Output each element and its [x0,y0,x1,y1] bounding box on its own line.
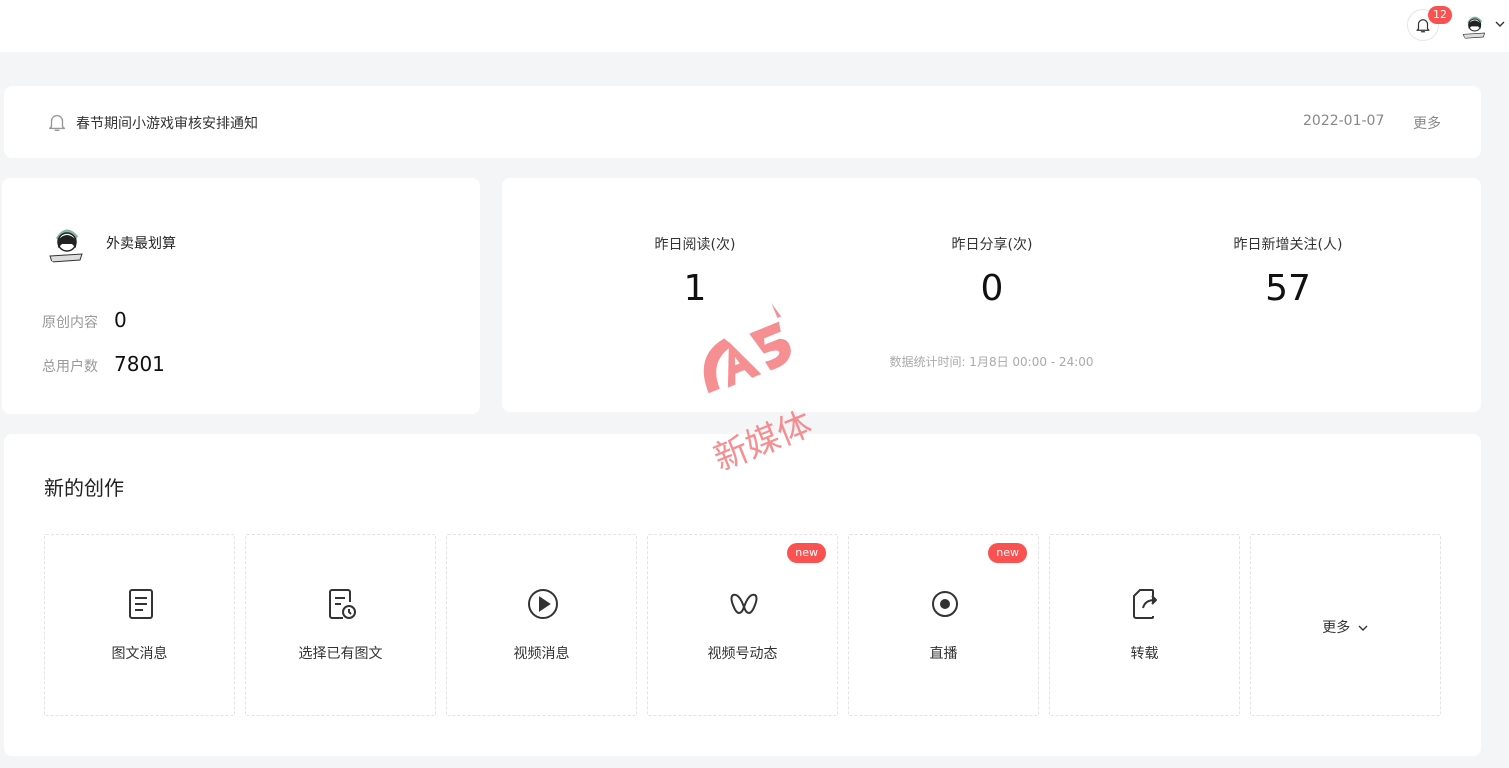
total-users-value: 7801 [114,352,165,376]
total-users-label: 总用户数 [42,359,98,375]
original-content-label: 原创内容 [42,315,98,331]
tile-live[interactable]: new 直播 [848,534,1039,716]
account-card: 外卖最划算 原创内容 0 总用户数 7801 [2,178,480,414]
tile-label: 视频号动态 [707,646,778,662]
tile-label: 直播 [929,646,958,662]
stat-label: 昨日新增关注(人) [1233,237,1343,253]
tile-label: 选择已有图文 [298,646,383,662]
tile-label: 转载 [1130,646,1159,662]
chevron-down-icon[interactable] [1494,19,1506,29]
bell-icon [48,114,66,131]
stat-label: 昨日分享(次) [951,237,1033,253]
stats-card: 昨日阅读(次) 1 昨日分享(次) 0 昨日新增关注(人) 57 数据统计时间:… [502,178,1481,412]
document-icon [124,587,158,621]
original-content-value: 0 [114,308,127,332]
stat-value: 1 [683,268,707,309]
stat-value: 57 [1265,268,1311,309]
tile-video[interactable]: 视频消息 [446,534,637,716]
record-icon [928,587,962,621]
butterfly-icon [727,587,761,621]
create-card: 新的创作 图文消息 选择已有图文 视频消息 new 视频号动态 new 直播 转… [4,434,1481,756]
tile-article[interactable]: 图文消息 [44,534,235,716]
tile-select-existing[interactable]: 选择已有图文 [245,534,436,716]
tile-channels[interactable]: new 视频号动态 [647,534,838,716]
tile-label: 视频消息 [513,646,570,662]
notification-badge: 12 [1428,6,1452,24]
tile-repost[interactable]: 转载 [1049,534,1240,716]
stat-reads: 昨日阅读(次) 1 [595,234,795,309]
new-badge: new [988,543,1027,563]
stat-shares: 昨日分享(次) 0 [892,234,1092,309]
account-name: 外卖最划算 [106,236,176,252]
more-text: 更多 [1322,620,1351,636]
document-clock-icon [325,587,359,621]
play-circle-icon [526,587,560,621]
chevron-down-icon [1358,625,1368,631]
notice-title[interactable]: 春节期间小游戏审核安排通知 [76,113,258,133]
notice-more-link[interactable]: 更多 [1413,113,1441,133]
more-label: 更多 [1251,617,1440,637]
tile-more[interactable]: 更多 [1250,534,1441,716]
stat-new-followers: 昨日新增关注(人) 57 [1188,234,1388,309]
stats-footnote: 数据统计时间: 1月8日 00:00 - 24:00 [889,355,1094,369]
notice-card: 春节期间小游戏审核安排通知 2022-01-07 更多 [4,86,1481,158]
tile-label: 图文消息 [111,646,168,662]
share-doc-icon [1129,587,1163,621]
top-bar: 12 [0,0,1509,52]
account-avatar [42,218,90,266]
stat-value: 0 [980,268,1004,309]
user-avatar[interactable] [1458,9,1490,41]
new-badge: new [787,543,826,563]
create-heading: 新的创作 [44,476,124,500]
stat-label: 昨日阅读(次) [654,237,736,253]
notice-date: 2022-01-07 [1303,113,1385,129]
